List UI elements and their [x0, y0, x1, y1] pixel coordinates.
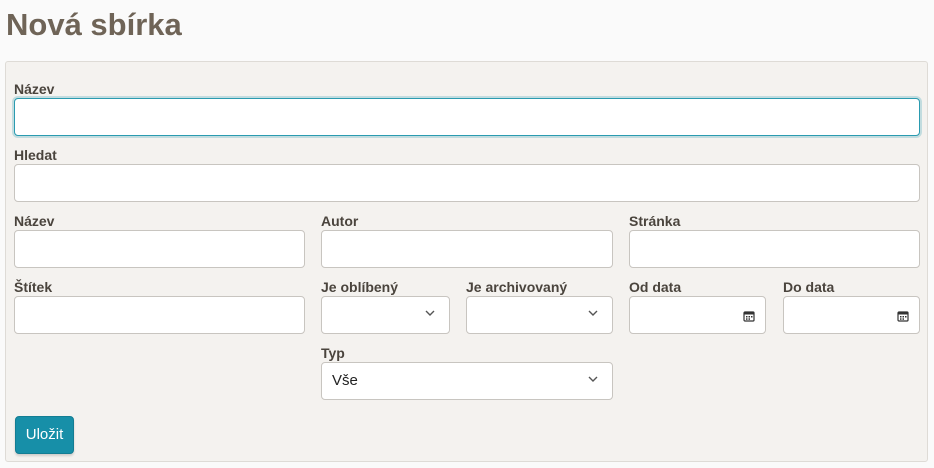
- calendar-icon[interactable]: [743, 310, 755, 322]
- name-label: Název: [14, 81, 55, 97]
- chevron-down-icon: [588, 376, 598, 382]
- archived-label: Je archivovaný: [466, 279, 568, 295]
- name-input[interactable]: [14, 98, 920, 136]
- collection-form: Název Hledat Název Autor Stránka Štítek …: [5, 61, 928, 462]
- calendar-icon[interactable]: [897, 310, 909, 322]
- type-select[interactable]: Vše: [321, 362, 613, 400]
- page-title: Nová sbírka: [6, 7, 182, 42]
- author-label: Autor: [321, 213, 359, 229]
- search-input[interactable]: [14, 164, 920, 202]
- archived-select[interactable]: [466, 296, 613, 334]
- chevron-down-icon: [425, 310, 435, 316]
- from-date-label: Od data: [629, 279, 682, 295]
- to-date-label: Do data: [783, 279, 835, 295]
- type-label: Typ: [321, 345, 345, 361]
- chevron-down-icon: [588, 310, 598, 316]
- search-label: Hledat: [14, 147, 57, 163]
- favorite-label: Je oblíbený: [321, 279, 399, 295]
- from-date-input[interactable]: [629, 296, 766, 334]
- favorite-select[interactable]: [321, 296, 450, 334]
- to-date-input[interactable]: [783, 296, 920, 334]
- tag-label: Štítek: [14, 279, 53, 295]
- page-label: Stránka: [629, 213, 681, 229]
- title-filter-input[interactable]: [14, 230, 305, 268]
- save-button[interactable]: Uložit: [15, 416, 74, 454]
- tag-input[interactable]: [14, 296, 305, 334]
- page-input[interactable]: [629, 230, 920, 268]
- author-input[interactable]: [321, 230, 613, 268]
- title-filter-label: Název: [14, 213, 55, 229]
- type-select-value: Vše: [332, 372, 358, 389]
